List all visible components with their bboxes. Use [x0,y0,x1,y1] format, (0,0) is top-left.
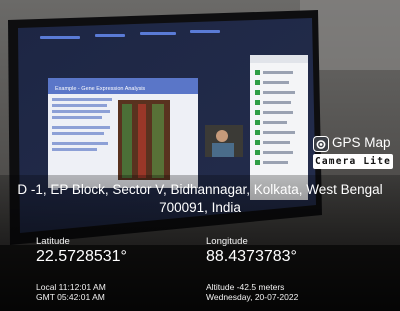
app-badge: GPS Map Camera Lite [313,134,395,172]
latitude-label: Latitude [36,236,70,247]
slide-title: Example - Gene Expression Analysis [55,86,145,92]
participant-video [205,125,243,157]
latitude-value: 22.5728531° [36,248,127,265]
address-line-1: D -1, EP Block, Sector V, Bidhannagar, K… [17,182,383,197]
address-text: D -1, EP Block, Sector V, Bidhannagar, K… [0,181,400,217]
presentation-slide [48,78,198,188]
altitude-text: Altitude -42.5 meters [206,282,285,292]
camera-icon [313,136,329,152]
date-text: Wednesday, 20-07-2022 [206,292,299,302]
photo: Example - Gene Expression Analysis GPS M… [0,0,400,311]
address-line-2: 700091, India [159,200,241,215]
app-badge-title: GPS Map [332,135,391,150]
local-time: Local 11:12:01 AM [36,282,106,292]
gmt-time: GMT 05:42:01 AM [36,292,105,302]
longitude-value: 88.4373783° [206,248,297,265]
app-badge-subtitle: Camera Lite [313,154,393,169]
longitude-label: Longitude [206,236,248,247]
